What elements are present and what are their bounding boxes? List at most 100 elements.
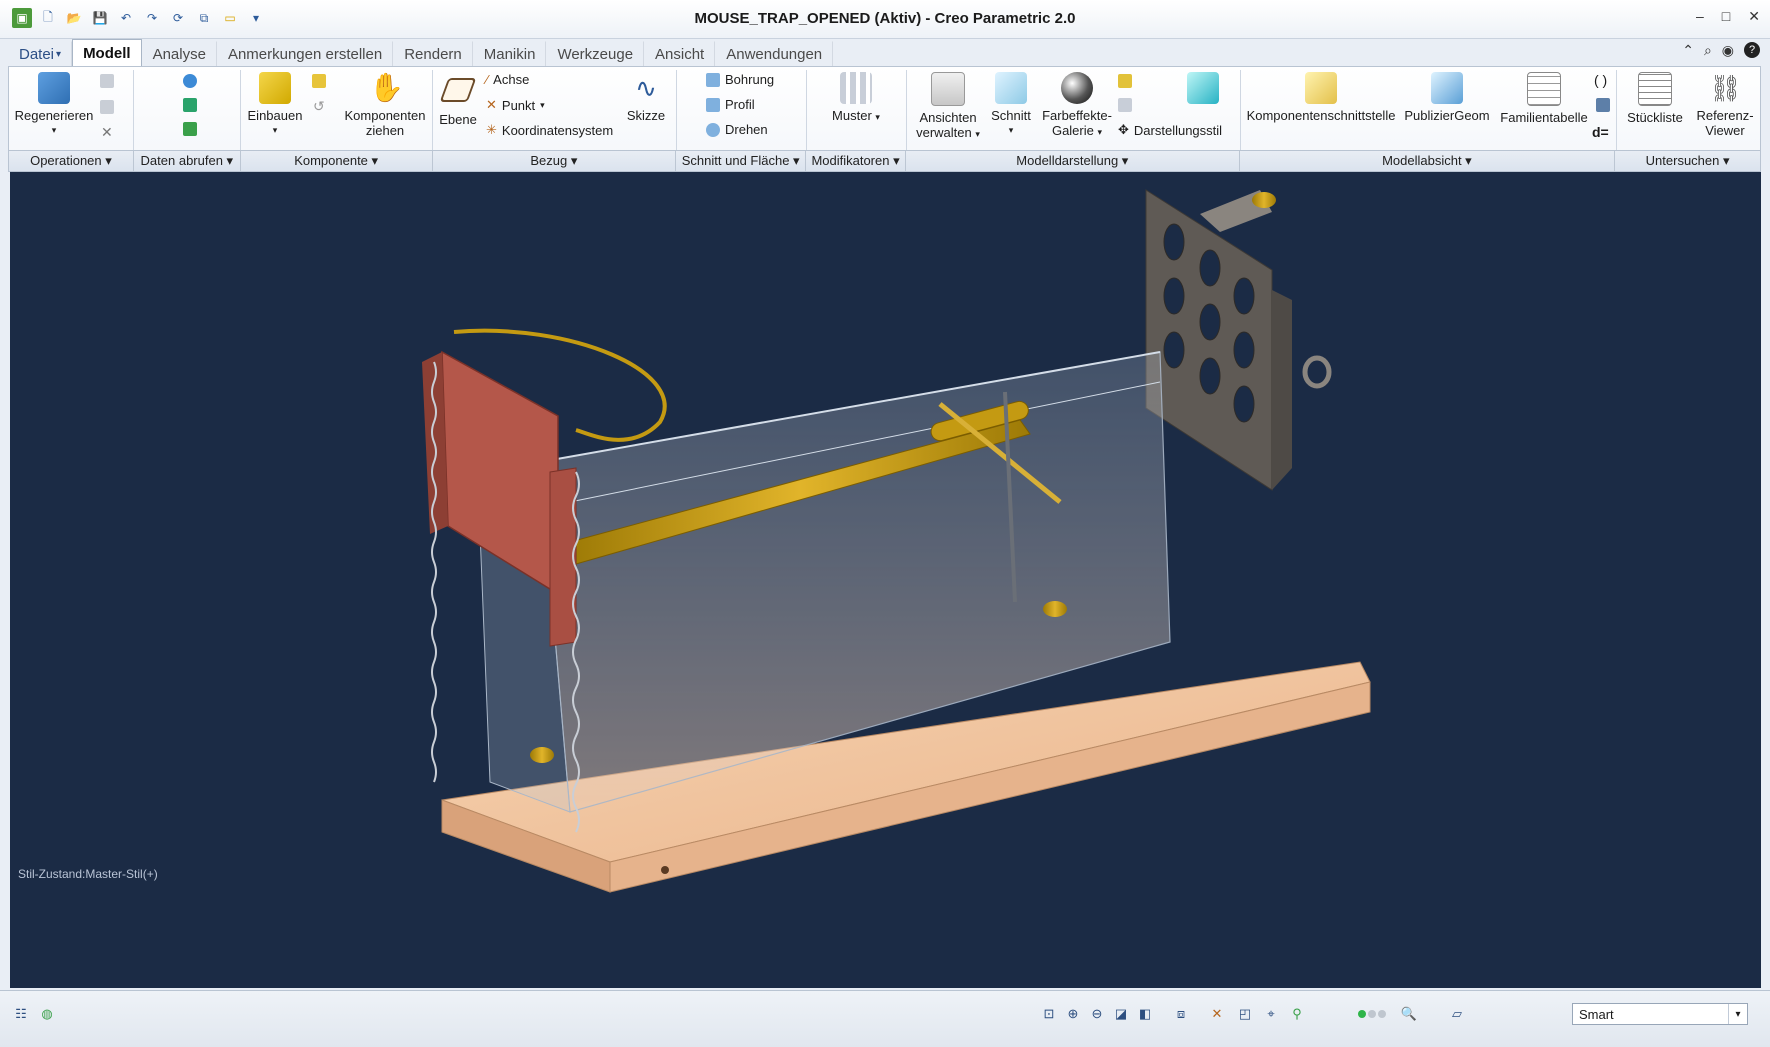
annotation-display-icon[interactable]: ⚲ bbox=[1288, 1005, 1306, 1023]
familientabelle-button[interactable]: Familientabelle bbox=[1496, 72, 1592, 125]
maximize-button[interactable]: □ bbox=[1722, 8, 1730, 25]
tab-rendern[interactable]: Rendern bbox=[393, 41, 473, 66]
assemble-icon bbox=[259, 72, 291, 104]
ribbon-corner-tools: ⌃ ⌕ ◉ ? bbox=[1682, 42, 1760, 59]
tab-modell[interactable]: Modell bbox=[72, 39, 142, 66]
group-daten-abrufen[interactable]: Daten abrufen ▾ bbox=[134, 151, 241, 171]
publiziergeom-button[interactable]: PublizierGeom bbox=[1398, 72, 1496, 123]
tab-anwendungen[interactable]: Anwendungen bbox=[715, 41, 834, 66]
publiziergeom-label: PublizierGeom bbox=[1404, 108, 1490, 123]
group-schnitt-und-flaeche[interactable]: Schnitt und Fläche ▾ bbox=[676, 151, 807, 171]
group-komponente[interactable]: Komponente ▾ bbox=[241, 151, 433, 171]
search-icon[interactable]: ⌕ bbox=[1704, 42, 1712, 59]
schnitt-button[interactable]: Schnitt ▾ bbox=[986, 72, 1036, 138]
pattern-icon bbox=[840, 72, 872, 104]
group-modellabsicht[interactable]: Modellabsicht ▾ bbox=[1240, 151, 1616, 171]
achse-button[interactable]: ⁄ Achse bbox=[486, 72, 529, 87]
ansichten-verwalten-label-2: verwalten bbox=[916, 125, 972, 140]
create-component-icon[interactable] bbox=[312, 74, 326, 88]
regenerieren-button[interactable]: Regenerieren ▾ bbox=[12, 72, 96, 138]
shrinkwrap-icon[interactable] bbox=[183, 74, 197, 88]
graphics-window[interactable]: Stil-Zustand:Master-Stil(+) bbox=[10, 172, 1761, 988]
tab-anmerkungen[interactable]: Anmerkungen erstellen bbox=[217, 41, 394, 66]
browser-icon[interactable]: ◍ bbox=[38, 1005, 56, 1023]
regenerieren-label: Regenerieren bbox=[14, 108, 94, 123]
manage-views-icon bbox=[931, 72, 965, 106]
group-untersuchen[interactable]: Untersuchen ▾ bbox=[1615, 151, 1760, 171]
bohrung-label: Bohrung bbox=[725, 72, 775, 87]
refit-icon[interactable]: ⊡ bbox=[1040, 1005, 1058, 1023]
spin-center-icon[interactable]: ⌖ bbox=[1262, 1005, 1280, 1023]
group-modelldarstellung[interactable]: Modelldarstellung ▾ bbox=[906, 151, 1240, 171]
zoom-out-icon[interactable]: ⊖ bbox=[1088, 1005, 1106, 1023]
display-style-status-icon[interactable]: ◧ bbox=[1136, 1005, 1154, 1023]
relations-button[interactable]: d= bbox=[1592, 124, 1609, 140]
copy-geometry-icon[interactable] bbox=[183, 122, 197, 136]
referenz-viewer-button[interactable]: ⛓ Referenz- Viewer bbox=[1690, 72, 1760, 138]
zoom-in-icon[interactable]: ⊕ bbox=[1064, 1005, 1082, 1023]
copy-icon[interactable] bbox=[100, 74, 114, 88]
einbauen-button[interactable]: Einbauen ▾ bbox=[240, 72, 310, 138]
tab-werkzeuge[interactable]: Werkzeuge bbox=[546, 41, 645, 66]
axis-icon: ⁄ bbox=[486, 72, 489, 87]
parameters-icon[interactable] bbox=[1596, 98, 1610, 112]
koordinatensystem-button[interactable]: ✳ Koordinatensystem bbox=[486, 122, 613, 138]
ansichten-verwalten-button[interactable]: Ansichten verwalten ▾ bbox=[912, 72, 984, 142]
close-button[interactable]: ✕ bbox=[1748, 8, 1760, 25]
referenz-viewer-label-1: Referenz- bbox=[1696, 108, 1754, 123]
stueckliste-button[interactable]: Stückliste bbox=[1620, 72, 1690, 125]
bait-plate[interactable] bbox=[1145, 189, 1332, 491]
profil-button[interactable]: Profil bbox=[706, 97, 755, 112]
appearance-gallery-icon bbox=[1061, 72, 1093, 104]
punkt-button[interactable]: ✕ Punkt ▾ bbox=[486, 97, 545, 113]
punkt-label: Punkt bbox=[501, 97, 536, 113]
profile-icon bbox=[706, 97, 720, 112]
mousetrap-model[interactable] bbox=[10, 172, 1761, 988]
ebene-button[interactable]: Ebene bbox=[434, 72, 482, 127]
stueckliste-label: Stückliste bbox=[1627, 110, 1683, 125]
display-icon-1[interactable] bbox=[1118, 74, 1132, 88]
status-bar: ☷ ◍ ⊡ ⊕ ⊖ ◪ ◧ ⧈ ✕ ◰ ⌖ ⚲ 🔍 ▱ Smart ▾ bbox=[0, 990, 1770, 1047]
community-icon[interactable]: ◉ bbox=[1722, 42, 1734, 59]
model-tree-icon[interactable]: ☷ bbox=[12, 1005, 30, 1023]
merge-icon[interactable] bbox=[183, 98, 197, 112]
muster-button[interactable]: Muster ▾ bbox=[820, 72, 892, 125]
delete-icon[interactable]: ✕ bbox=[101, 124, 113, 141]
datum-display-icon[interactable]: ✕ bbox=[1208, 1005, 1226, 1023]
group-modifikatoren[interactable]: Modifikatoren ▾ bbox=[806, 151, 906, 171]
darstellungsstil-label-row[interactable]: ✥ Darstellungsstil bbox=[1118, 122, 1222, 138]
help-icon[interactable]: ? bbox=[1744, 42, 1760, 58]
selection-box-icon[interactable]: ▱ bbox=[1448, 1005, 1466, 1023]
komponentenschnittstelle-button[interactable]: Komponentenschnittstelle bbox=[1244, 72, 1398, 123]
drag-components-icon: ✋ bbox=[369, 72, 404, 103]
bohrung-button[interactable]: Bohrung bbox=[706, 72, 774, 87]
repeat-icon[interactable]: ↺ bbox=[313, 98, 325, 115]
point-icon: ✕ bbox=[486, 97, 497, 112]
view-manager-icon[interactable]: ◰ bbox=[1236, 1005, 1254, 1023]
skizze-button[interactable]: ∿ Skizze bbox=[618, 72, 674, 123]
display-icon-2[interactable] bbox=[1118, 98, 1132, 112]
relations-brackets-icon[interactable]: ( ) bbox=[1594, 72, 1607, 88]
csys-icon: ✳ bbox=[486, 122, 497, 137]
tab-ansicht[interactable]: Ansicht bbox=[644, 41, 716, 66]
saved-orientations-icon[interactable]: ⧈ bbox=[1172, 1005, 1190, 1023]
tab-datei[interactable]: Datei ▾ bbox=[8, 41, 73, 66]
repaint-icon[interactable]: ◪ bbox=[1112, 1005, 1130, 1023]
komponenten-ziehen-button[interactable]: ✋ Komponenten ziehen bbox=[340, 72, 430, 138]
group-operationen[interactable]: Operationen ▾ bbox=[9, 151, 134, 171]
tab-analyse[interactable]: Analyse bbox=[142, 41, 217, 66]
tab-manikin[interactable]: Manikin bbox=[473, 41, 547, 66]
find-icon[interactable]: 🔍 bbox=[1400, 1005, 1418, 1023]
selection-filter-dropdown[interactable]: Smart ▾ bbox=[1572, 1003, 1748, 1025]
family-table-icon bbox=[1527, 72, 1561, 106]
paste-icon[interactable] bbox=[100, 100, 114, 114]
farbeffekte-galerie-button[interactable]: Farbeffekte- Galerie ▾ bbox=[1040, 72, 1114, 140]
chevron-down-icon: ▾ bbox=[1728, 1004, 1747, 1024]
bom-icon bbox=[1638, 72, 1672, 106]
drehen-button[interactable]: Drehen bbox=[706, 122, 768, 137]
minimize-button[interactable]: – bbox=[1696, 8, 1704, 25]
tab-datei-label: Datei bbox=[19, 45, 55, 63]
group-bezug[interactable]: Bezug ▾ bbox=[433, 151, 677, 171]
minimize-ribbon-icon[interactable]: ⌃ bbox=[1682, 42, 1694, 59]
darstellungsstil-button[interactable] bbox=[1168, 72, 1238, 108]
